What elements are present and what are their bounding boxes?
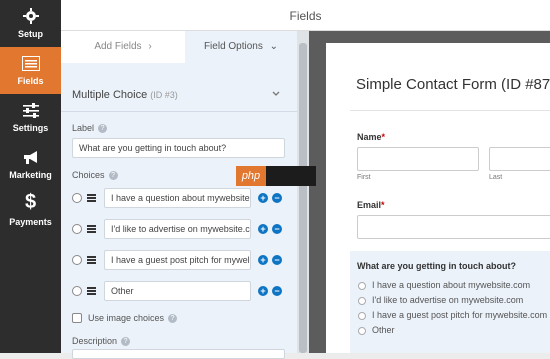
required-mark: * — [381, 200, 385, 210]
nav-label: Payments — [9, 217, 52, 227]
first-name-field[interactable] — [357, 147, 479, 171]
radio-icon — [358, 296, 366, 305]
nav-item-settings[interactable]: Settings — [0, 94, 61, 141]
first-sublabel: First — [357, 174, 371, 181]
radio-icon — [358, 281, 366, 290]
label-title-text: Label — [72, 123, 95, 133]
tab-label: Add Fields — [94, 41, 142, 52]
panel-scrollbar-thumb[interactable] — [299, 43, 307, 353]
add-choice-icon[interactable]: + — [258, 255, 268, 265]
tab-add-fields[interactable]: Add Fields › — [61, 31, 185, 63]
watermark: php — [236, 166, 316, 186]
description-title-text: Description — [72, 336, 118, 346]
form-title: Simple Contact Form (ID #87 — [356, 76, 550, 93]
preview-option[interactable]: Other — [358, 325, 395, 335]
choice-default-radio[interactable] — [72, 224, 82, 234]
name-label: Name* — [357, 132, 385, 142]
preview-option-text: I'd like to advertise on mywebsite.com — [372, 295, 524, 305]
choice-input[interactable]: I have a question about mywebsite — [104, 188, 251, 208]
remove-choice-icon[interactable]: − — [272, 224, 282, 234]
nav-item-fields[interactable]: Fields — [0, 47, 61, 94]
list-icon — [0, 54, 61, 72]
sidebar-nav: Setup Fields Settings Marketing $ Paymen… — [0, 0, 61, 353]
remove-choice-icon[interactable]: − — [272, 193, 282, 203]
divider — [61, 111, 297, 112]
watermark-logo: php — [236, 166, 266, 186]
label-title: Label? — [72, 123, 108, 134]
remove-choice-icon[interactable]: − — [272, 286, 282, 296]
choice-default-radio[interactable] — [72, 193, 82, 203]
help-icon[interactable]: ? — [168, 314, 178, 324]
drag-handle-icon[interactable] — [87, 256, 96, 264]
choice-input[interactable]: Other — [104, 281, 251, 301]
label-input[interactable]: What are you getting in touch about? — [72, 138, 285, 158]
nav-item-marketing[interactable]: Marketing — [0, 141, 61, 188]
help-icon[interactable]: ? — [108, 171, 118, 181]
dollar-icon: $ — [24, 190, 37, 213]
top-bar: Fields — [61, 0, 550, 31]
preview-option-text: I have a guest post pitch for mywebsite.… — [372, 310, 548, 320]
page-title: Fields — [289, 9, 322, 23]
add-choice-icon[interactable]: + — [258, 193, 268, 203]
tab-field-options[interactable]: Field Options ⌄ — [185, 31, 297, 63]
last-sublabel: Last — [489, 174, 503, 181]
field-id: (ID #3) — [150, 90, 178, 100]
drag-handle-icon[interactable] — [87, 225, 96, 233]
field-header[interactable]: Multiple Choice (ID #3) — [72, 89, 178, 101]
gear-icon — [0, 7, 61, 25]
sliders-icon — [0, 101, 61, 119]
choice-default-radio[interactable] — [72, 286, 82, 296]
nav-item-setup[interactable]: Setup — [0, 0, 61, 47]
required-mark: * — [381, 132, 386, 142]
help-icon[interactable]: ? — [121, 337, 131, 347]
nav-label: Fields — [17, 76, 44, 86]
description-input[interactable] — [72, 349, 285, 359]
choices-title: Choices? — [72, 170, 118, 181]
preview-option[interactable]: I'd like to advertise on mywebsite.com — [358, 295, 523, 305]
choices-title-text: Choices — [72, 170, 105, 180]
nav-item-payments[interactable]: $ Payments — [0, 188, 61, 235]
email-label-text: Email — [357, 200, 382, 210]
name-label-text: Name — [357, 132, 382, 142]
last-name-field[interactable] — [489, 147, 550, 171]
preview-option-text: Other — [372, 325, 395, 335]
collapse-chevron-icon[interactable] — [272, 90, 280, 99]
question-label: What are you getting in touch about? — [357, 261, 516, 271]
preview-option-text: I have a question about mywebsite.com — [372, 280, 531, 290]
radio-icon — [358, 326, 366, 335]
preview-option[interactable]: I have a question about mywebsite.com — [358, 280, 530, 290]
image-choices-checkbox[interactable] — [72, 313, 82, 323]
nav-label: Marketing — [9, 170, 52, 180]
field-type-name: Multiple Choice — [72, 89, 148, 101]
nav-label: Setup — [17, 29, 43, 39]
tab-label: Field Options — [203, 41, 263, 52]
add-choice-icon[interactable]: + — [258, 224, 268, 234]
image-choices-label: Use image choices? — [88, 313, 178, 324]
megaphone-icon — [0, 148, 61, 166]
nav-label: Settings — [12, 123, 49, 133]
image-choices-text: Use image choices — [88, 313, 165, 323]
add-choice-icon[interactable]: + — [258, 286, 268, 296]
preview-option[interactable]: I have a guest post pitch for mywebsite.… — [358, 310, 547, 320]
remove-choice-icon[interactable]: − — [272, 255, 282, 265]
email-field[interactable] — [357, 215, 550, 239]
help-icon[interactable]: ? — [98, 124, 108, 134]
chevron-right-icon: › — [148, 41, 152, 52]
drag-handle-icon[interactable] — [87, 287, 96, 295]
choice-default-radio[interactable] — [72, 255, 82, 265]
chevron-down-icon: ⌄ — [269, 41, 279, 52]
divider — [350, 110, 550, 111]
choice-input[interactable]: I have a guest post pitch for mywel — [104, 250, 251, 270]
radio-icon — [358, 311, 366, 320]
drag-handle-icon[interactable] — [87, 194, 96, 202]
email-label: Email* — [357, 200, 385, 210]
choice-input[interactable]: I'd like to advertise on mywebsite.c — [104, 219, 251, 239]
description-title: Description? — [72, 336, 131, 347]
